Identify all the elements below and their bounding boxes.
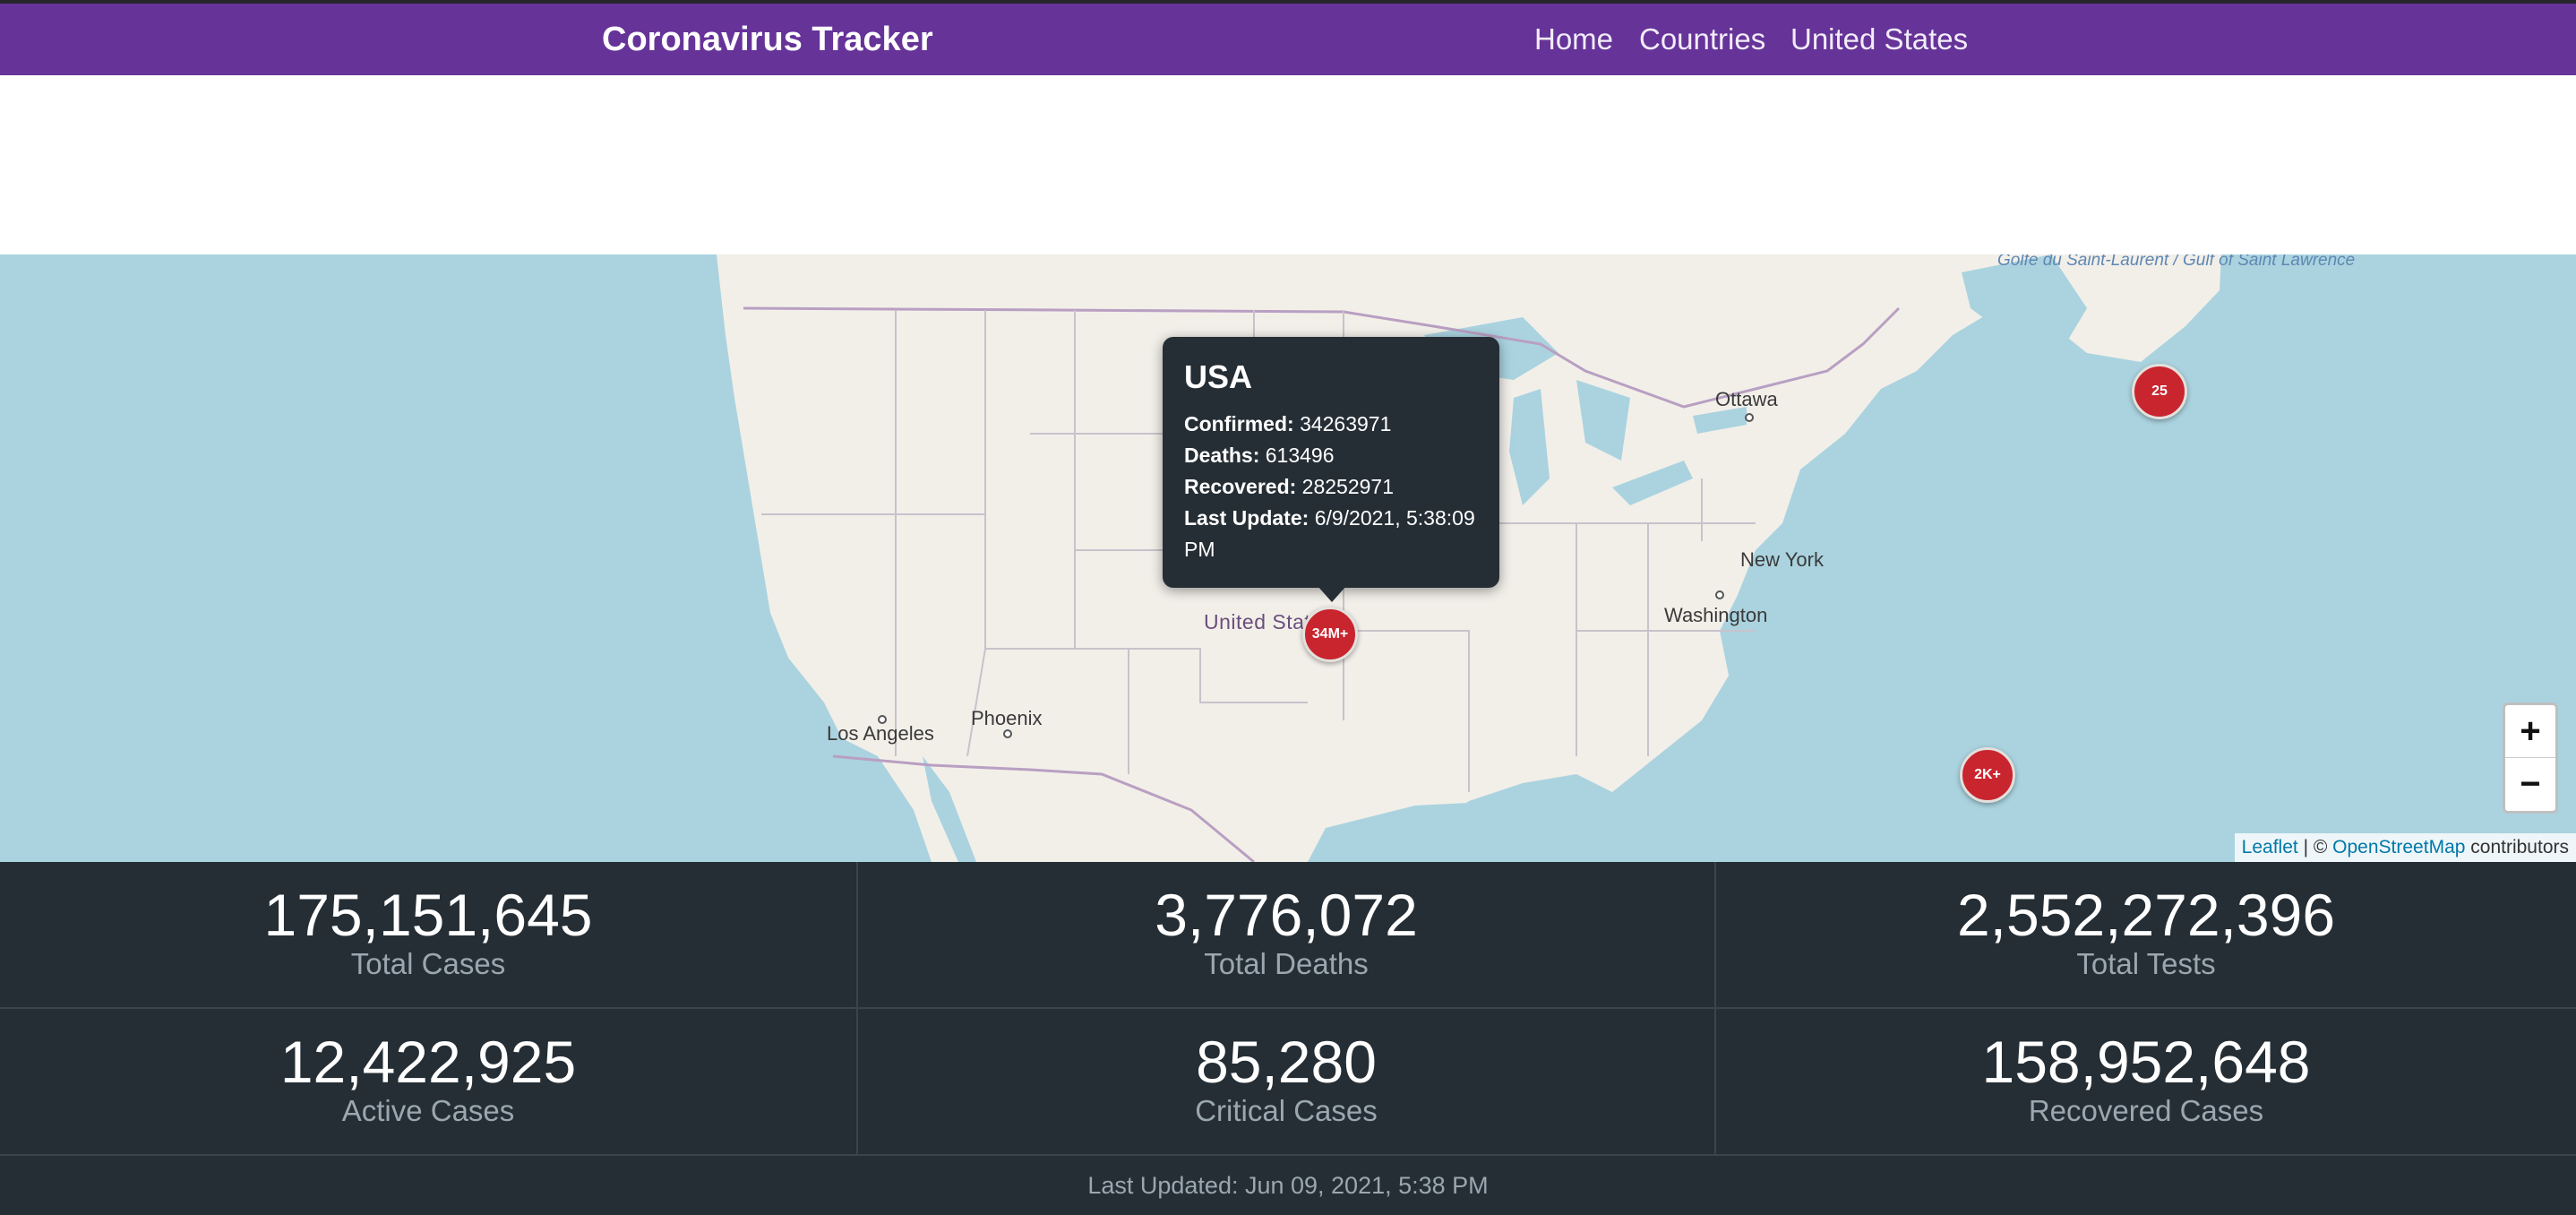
- cluster-marker-usa[interactable]: 34M+: [1302, 607, 1358, 662]
- city-dot-washington: [1715, 590, 1724, 599]
- nav-countries-link[interactable]: Countries: [1639, 4, 1765, 75]
- nav-home-link[interactable]: Home: [1534, 4, 1613, 75]
- zoom-out-button[interactable]: −: [2505, 758, 2555, 811]
- stat-label: Total Tests: [2076, 947, 2216, 980]
- stat-value: 85,280: [1196, 1029, 1377, 1095]
- popup-deaths-row: Deaths: 613496: [1184, 440, 1478, 471]
- map-attribution: Leaflet | © OpenStreetMap contributors: [2234, 833, 2576, 862]
- stat-value: 12,422,925: [279, 1029, 577, 1095]
- country-popup: USA Confirmed: 34263971 Deaths: 613496 R…: [1163, 337, 1499, 588]
- stat-value: 2,552,272,396: [1956, 882, 2336, 948]
- stat-label: Active Cases: [341, 1094, 515, 1127]
- popup-recovered-label: Recovered:: [1184, 475, 1297, 498]
- stat-critical-cases: 85,280 Critical Cases: [858, 1009, 1716, 1156]
- zoom-in-button[interactable]: +: [2505, 705, 2555, 758]
- attribution-separator: | ©: [2297, 837, 2333, 857]
- stat-total-deaths: 3,776,072 Total Deaths: [858, 862, 1716, 1009]
- label-los-angeles: Los Angeles: [827, 722, 934, 745]
- label-phoenix: Phoenix: [971, 707, 1043, 729]
- popup-confirmed-label: Confirmed:: [1184, 412, 1294, 435]
- nav-united-states-link[interactable]: United States: [1790, 4, 1968, 75]
- popup-recovered-row: Recovered: 28252971: [1184, 471, 1478, 503]
- popup-title: USA: [1184, 358, 1253, 395]
- stat-total-cases: 175,151,645 Total Cases: [0, 862, 858, 1009]
- cluster-marker-northeast[interactable]: 25: [2132, 364, 2187, 419]
- stat-label: Recovered Cases: [2028, 1094, 2264, 1127]
- zoom-control: + −: [2503, 702, 2558, 814]
- stat-value: 175,151,645: [263, 882, 593, 948]
- attribution-suffix: contributors: [2465, 837, 2569, 857]
- label-gulf-saint-lawrence: Golfe du Saint-Laurent / Gulf of Saint L…: [1997, 254, 2356, 270]
- stat-total-tests: 2,552,272,396 Total Tests: [1716, 862, 2576, 1009]
- popup-last-update-label: Last Update:: [1184, 506, 1309, 530]
- popup-confirmed-row: Confirmed: 34263971: [1184, 409, 1478, 440]
- popup-deaths-label: Deaths:: [1184, 444, 1260, 467]
- stat-label: Total Cases: [350, 947, 506, 980]
- global-stats-panel: 175,151,645 Total Cases 3,776,072 Total …: [0, 862, 2576, 1215]
- popup-tip: [1318, 586, 1346, 602]
- brand-title[interactable]: Coronavirus Tracker: [602, 4, 933, 75]
- stat-active-cases: 12,422,925 Active Cases: [0, 1009, 858, 1156]
- label-washington: Washington: [1664, 604, 1768, 626]
- popup-recovered-value: 28252971: [1301, 475, 1395, 498]
- label-new-york: New York: [1740, 548, 1824, 571]
- popup-deaths-value: 613496: [1265, 444, 1335, 467]
- stat-value: 158,952,648: [1981, 1029, 2311, 1095]
- stat-value: 3,776,072: [1155, 882, 1418, 948]
- city-dot-phoenix: [1003, 729, 1012, 738]
- world-map[interactable]: Ottawa New York Washington Los Angeles P…: [0, 254, 2576, 862]
- city-dot-ottawa: [1745, 413, 1754, 422]
- navbar: Coronavirus Tracker Home Countries Unite…: [0, 4, 2576, 75]
- stat-label: Total Deaths: [1204, 947, 1369, 980]
- popup-confirmed-value: 34263971: [1300, 412, 1392, 435]
- stat-recovered-cases: 158,952,648 Recovered Cases: [1716, 1009, 2576, 1156]
- openstreetmap-link[interactable]: OpenStreetMap: [2332, 837, 2465, 857]
- popup-last-update-row: Last Update: 6/9/2021, 5:38:09 PM: [1184, 503, 1478, 565]
- leaflet-link[interactable]: Leaflet: [2242, 837, 2298, 857]
- label-ottawa: Ottawa: [1715, 388, 1778, 410]
- cluster-marker-atlantic[interactable]: 2K+: [1960, 747, 2015, 803]
- last-updated-text: Last Updated: Jun 09, 2021, 5:38 PM: [1087, 1172, 1489, 1199]
- stat-label: Critical Cases: [1195, 1094, 1378, 1127]
